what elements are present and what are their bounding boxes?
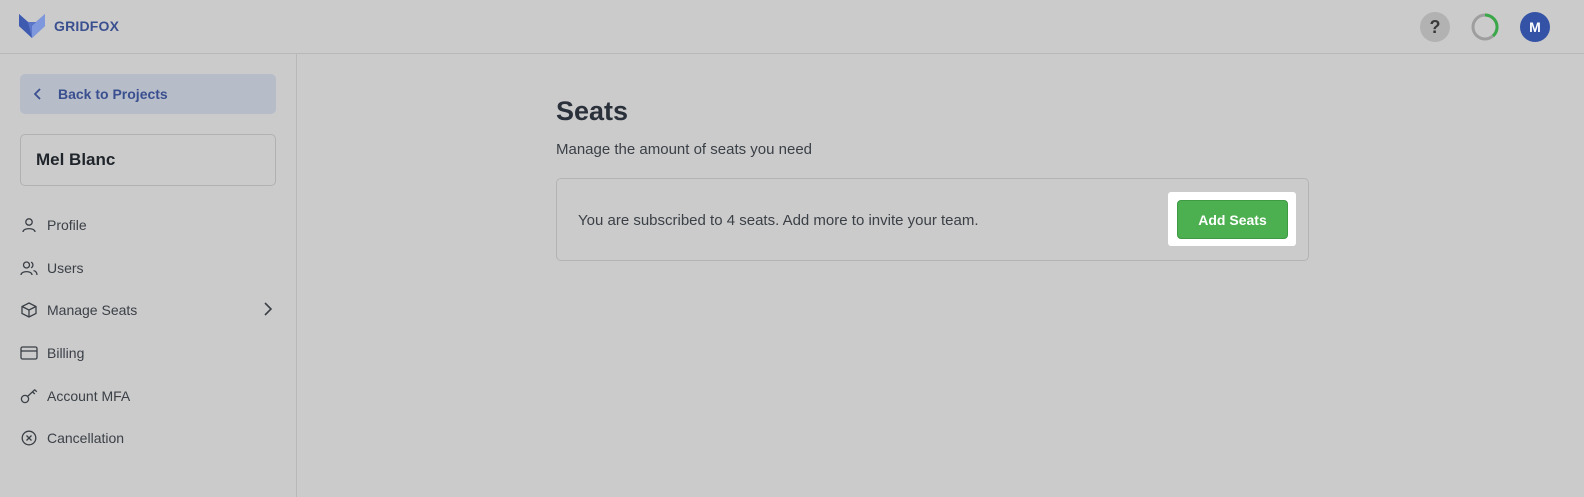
progress-ring-icon[interactable] (1470, 12, 1500, 42)
help-button[interactable]: ? (1420, 12, 1450, 42)
fox-logo-icon (19, 14, 45, 38)
chevron-right-icon (264, 302, 272, 316)
sidebar: Back to Projects Mel Blanc Profile Users… (0, 54, 297, 497)
sidebar-nav: Profile Users Manage Seats Billing Accou… (20, 204, 276, 460)
top-bar: GRIDFOX ? M (0, 0, 1584, 54)
person-icon (20, 216, 38, 234)
page-title: Seats (556, 96, 629, 126)
back-to-projects-button[interactable]: Back to Projects (20, 74, 276, 114)
sidebar-item-label: Profile (47, 217, 87, 234)
sidebar-item-label: Billing (47, 345, 85, 362)
account-name: Mel Blanc (36, 150, 116, 169)
brand-name: GRIDFOX (54, 18, 120, 34)
help-icon: ? (1429, 16, 1441, 37)
sidebar-item-account-mfa[interactable]: Account MFA (20, 374, 276, 417)
subscription-text: You are subscribed to 4 seats. Add more … (578, 212, 979, 229)
x-circle-icon (20, 429, 38, 447)
sidebar-item-manage-seats[interactable]: Manage Seats (20, 289, 276, 332)
sidebar-item-label: Manage Seats (47, 302, 138, 319)
sidebar-item-label: Cancellation (47, 430, 125, 447)
sidebar-item-label: Users (47, 259, 84, 276)
avatar-initial: M (1529, 19, 1541, 35)
sidebar-item-profile[interactable]: Profile (20, 204, 276, 247)
user-avatar[interactable]: M (1520, 12, 1550, 42)
users-icon (20, 259, 38, 277)
sidebar-item-billing[interactable]: Billing (20, 332, 276, 375)
seat-subscription-card: You are subscribed to 4 seats. Add more … (556, 178, 1309, 261)
credit-card-icon (20, 344, 38, 362)
chevron-left-icon (34, 88, 41, 100)
back-to-projects-label: Back to Projects (58, 86, 168, 102)
sidebar-item-users[interactable]: Users (20, 247, 276, 290)
box-icon (20, 301, 38, 319)
brand-logo[interactable]: GRIDFOX (19, 14, 119, 38)
page-subtitle: Manage the amount of seats you need (556, 141, 813, 158)
key-icon (20, 387, 38, 405)
sidebar-item-label: Account MFA (47, 387, 131, 404)
account-name-card: Mel Blanc (20, 134, 276, 186)
add-seats-button[interactable]: Add Seats (1177, 200, 1288, 239)
sidebar-item-cancellation[interactable]: Cancellation (20, 417, 276, 460)
